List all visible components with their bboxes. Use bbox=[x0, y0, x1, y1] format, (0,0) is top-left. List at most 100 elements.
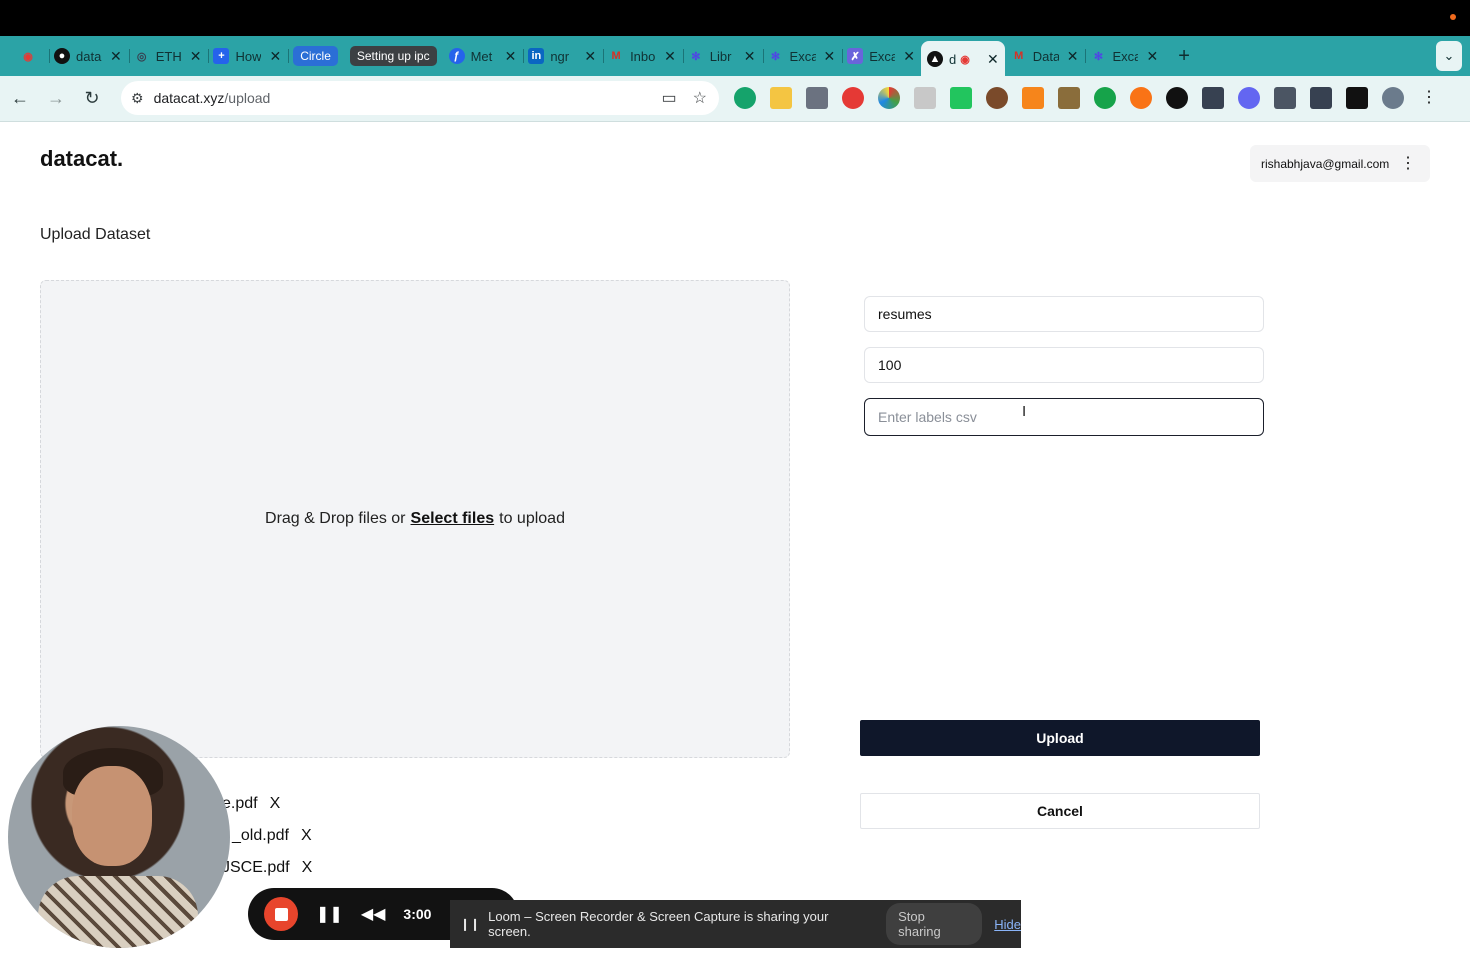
hide-link[interactable]: Hide bbox=[994, 917, 1021, 932]
camera-icon[interactable]: ▭ bbox=[662, 88, 677, 108]
stop-recording-button[interactable] bbox=[264, 897, 298, 931]
close-icon[interactable]: ✕ bbox=[987, 51, 999, 68]
linkedin-icon: in bbox=[528, 48, 545, 64]
tab-strip: ◉ ● data ✕ ◎ ETH ✕ + How ✕ Circle Setting up i… bbox=[0, 36, 1470, 77]
puzzle-icon[interactable] bbox=[1274, 87, 1296, 109]
browser-toolbar: ← → ↻ ⚙ datacat.xyz/upload ▭ ☆ ⋮ bbox=[0, 76, 1470, 122]
sidebar-icon[interactable] bbox=[1346, 87, 1368, 109]
recording-timer: 3:00 bbox=[403, 906, 432, 922]
dataset-count-field[interactable] bbox=[864, 347, 1264, 383]
adblock-icon[interactable] bbox=[842, 87, 864, 109]
close-icon[interactable]: ✕ bbox=[1146, 48, 1158, 65]
gear-icon: ✻ bbox=[770, 50, 781, 63]
brand-logo[interactable]: datacat. bbox=[40, 146, 123, 172]
url-host: datacat.xyz bbox=[153, 90, 225, 106]
dropzone-suffix: to upload bbox=[499, 510, 565, 527]
close-icon[interactable]: ✕ bbox=[664, 48, 676, 65]
close-icon[interactable]: ✕ bbox=[903, 48, 915, 65]
tab-4[interactable]: + How ✕ bbox=[207, 41, 290, 71]
close-icon[interactable]: ✕ bbox=[110, 48, 122, 65]
reload-icon[interactable]: ↻ bbox=[76, 83, 108, 115]
tab-8[interactable]: in ngr ✕ bbox=[522, 41, 605, 71]
site-settings-icon[interactable]: ⚙ bbox=[131, 90, 144, 107]
bookmark-star-icon[interactable]: ☆ bbox=[693, 88, 707, 108]
new-tab-button[interactable]: + bbox=[1172, 41, 1196, 71]
media-controls-icon[interactable] bbox=[1310, 87, 1332, 109]
tab-7[interactable]: ƒ Met ✕ bbox=[443, 41, 525, 71]
remove-file-button[interactable]: X bbox=[302, 859, 313, 877]
colorful-extension-icon[interactable] bbox=[878, 87, 900, 109]
tab-3[interactable]: ◎ ETH ✕ bbox=[128, 41, 210, 71]
screen-share-notification: ❙❙ Loom – Screen Recorder & Screen Captu… bbox=[450, 900, 1021, 948]
close-icon[interactable]: ✕ bbox=[824, 48, 836, 65]
url-path: /upload bbox=[224, 90, 271, 106]
avatar[interactable] bbox=[1382, 87, 1404, 109]
file-dropzone[interactable]: Drag & Drop files or Select files to upl… bbox=[40, 280, 790, 758]
remove-file-button[interactable]: X bbox=[270, 795, 281, 813]
tab-14[interactable]: M Data ✕ bbox=[1005, 41, 1087, 71]
remove-file-button[interactable]: X bbox=[301, 827, 312, 845]
gmail-icon: M bbox=[1014, 50, 1024, 62]
grammarly-icon[interactable] bbox=[734, 87, 756, 109]
cookie-icon[interactable] bbox=[986, 87, 1008, 109]
extension-icon[interactable] bbox=[1058, 87, 1080, 109]
cancel-button[interactable]: Cancel bbox=[860, 793, 1260, 829]
recording-indicator-icon bbox=[1450, 14, 1456, 20]
tab-15[interactable]: ✻ Exca ✕ bbox=[1084, 41, 1164, 71]
tab-group-setting-up-ipc[interactable]: Setting up ipc bbox=[349, 46, 437, 66]
tab-group-circle[interactable]: Circle bbox=[293, 46, 338, 66]
labels-csv-field[interactable] bbox=[864, 398, 1264, 436]
extension-icon[interactable] bbox=[1130, 87, 1152, 109]
tab-11[interactable]: ✻ Exca ✕ bbox=[762, 41, 844, 71]
close-icon[interactable]: ✕ bbox=[505, 48, 517, 65]
extension-icon[interactable] bbox=[1094, 87, 1116, 109]
forward-arrow-icon[interactable]: → bbox=[40, 83, 72, 115]
close-icon[interactable]: ✕ bbox=[269, 48, 281, 65]
x-icon[interactable] bbox=[1166, 87, 1188, 109]
loom-camera-bubble[interactable] bbox=[8, 726, 230, 948]
upload-button[interactable]: Upload bbox=[860, 720, 1260, 756]
account-menu[interactable]: rishabhjava@gmail.com ⋮ bbox=[1250, 145, 1430, 182]
tab-search-chevron-icon[interactable]: ⌄ bbox=[1436, 41, 1462, 71]
drag-handle-icon[interactable]: ❙❙ bbox=[460, 917, 480, 931]
select-files-link[interactable]: Select files bbox=[411, 510, 495, 528]
rewind-icon[interactable]: ◀◀ bbox=[361, 904, 386, 924]
metamask-icon[interactable] bbox=[1022, 87, 1044, 109]
tab-10[interactable]: ✻ Libr ✕ bbox=[682, 41, 764, 71]
gear-icon: ✻ bbox=[1093, 50, 1104, 63]
selected-files-list: e.pdf X _old.pdf X JSCE.pdf X bbox=[222, 788, 312, 884]
gear-icon[interactable] bbox=[1238, 87, 1260, 109]
back-arrow-icon[interactable]: ← bbox=[4, 83, 36, 115]
excalidraw-icon: ✗ bbox=[847, 48, 864, 64]
menu-icon[interactable]: ⋮ bbox=[1418, 87, 1440, 109]
close-icon[interactable]: ✕ bbox=[744, 48, 756, 65]
highlighter-icon[interactable] bbox=[770, 87, 792, 109]
gmail-icon: M bbox=[611, 50, 621, 62]
code-icon[interactable] bbox=[1202, 87, 1224, 109]
share-message: Loom – Screen Recorder & Screen Capture … bbox=[488, 909, 829, 939]
extension-icon[interactable] bbox=[806, 87, 828, 109]
account-email: rishabhjava@gmail.com bbox=[1261, 156, 1390, 171]
tab-12[interactable]: ✗ Exca ✕ bbox=[841, 41, 921, 71]
close-icon[interactable]: ✕ bbox=[584, 48, 596, 65]
tab-1[interactable]: ◉ bbox=[14, 41, 50, 71]
list-item: JSCE.pdf X bbox=[222, 859, 313, 877]
close-icon[interactable]: ✕ bbox=[190, 48, 202, 65]
docs-icon: + bbox=[213, 48, 230, 64]
tab-active-datacat[interactable]: ▲ d ◉ ✕ bbox=[921, 41, 1005, 77]
kebab-menu-icon[interactable]: ⋮ bbox=[1400, 153, 1416, 173]
extensions-bar: ⋮ bbox=[734, 87, 1440, 109]
list-item: _old.pdf X bbox=[232, 827, 312, 845]
pause-icon[interactable]: ❚❚ bbox=[316, 904, 343, 924]
stop-sharing-button[interactable]: Stop sharing bbox=[886, 903, 983, 945]
list-item: e.pdf X bbox=[222, 795, 281, 813]
tab-2[interactable]: ● data ✕ bbox=[48, 41, 130, 71]
github-icon: ● bbox=[54, 48, 70, 64]
dataset-name-field[interactable] bbox=[864, 296, 1264, 332]
tab-9[interactable]: M Inbo ✕ bbox=[602, 41, 684, 71]
app-icon: ▲ bbox=[927, 51, 943, 67]
extension-icon[interactable] bbox=[950, 87, 972, 109]
address-bar[interactable]: ⚙ datacat.xyz/upload ▭ ☆ bbox=[121, 81, 719, 115]
close-icon[interactable]: ✕ bbox=[1067, 48, 1079, 65]
extension-icon[interactable] bbox=[914, 87, 936, 109]
